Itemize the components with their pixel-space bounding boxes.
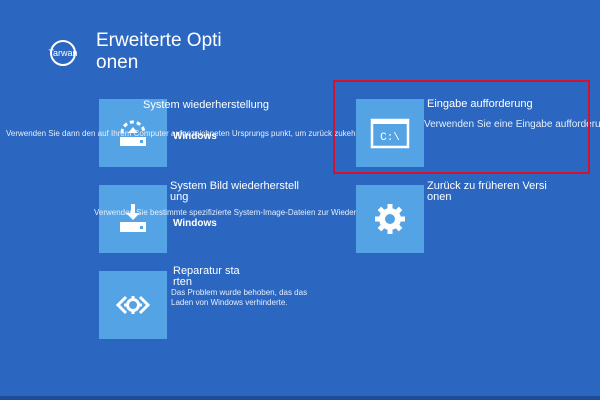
page-title: Erweiterte Opti onen [96, 30, 222, 73]
system-restore-title[interactable]: System wiederherstellung [143, 100, 269, 111]
gear-icon [370, 199, 410, 239]
system-image-tile[interactable] [99, 185, 167, 253]
startup-repair-title[interactable]: Reparatur sta rten [173, 266, 240, 288]
previous-version-tile[interactable] [356, 185, 424, 253]
advanced-options-screen: Tarwan Erweiterte Opti onen System wiede… [0, 0, 600, 400]
system-image-os-label: Windows [173, 218, 217, 229]
drive-download-icon [113, 199, 153, 239]
back-button[interactable]: Tarwan [48, 40, 78, 66]
code-gear-icon [113, 285, 153, 325]
system-restore-os-label: Windows [173, 131, 217, 142]
previous-version-title[interactable]: Zurück zu früheren Versi onen [427, 181, 547, 203]
system-image-title[interactable]: System Bild wiederherstell ung [170, 181, 299, 203]
startup-repair-tile[interactable] [99, 271, 167, 339]
system-image-description: Verwenden Sie bestimmte spezifizierte Sy… [94, 208, 396, 217]
bottom-strip [0, 396, 600, 400]
startup-repair-description: Das Problem wurde behoben, das das Laden… [171, 288, 308, 307]
selection-highlight [333, 80, 590, 174]
back-label: Tarwan [48, 48, 78, 58]
